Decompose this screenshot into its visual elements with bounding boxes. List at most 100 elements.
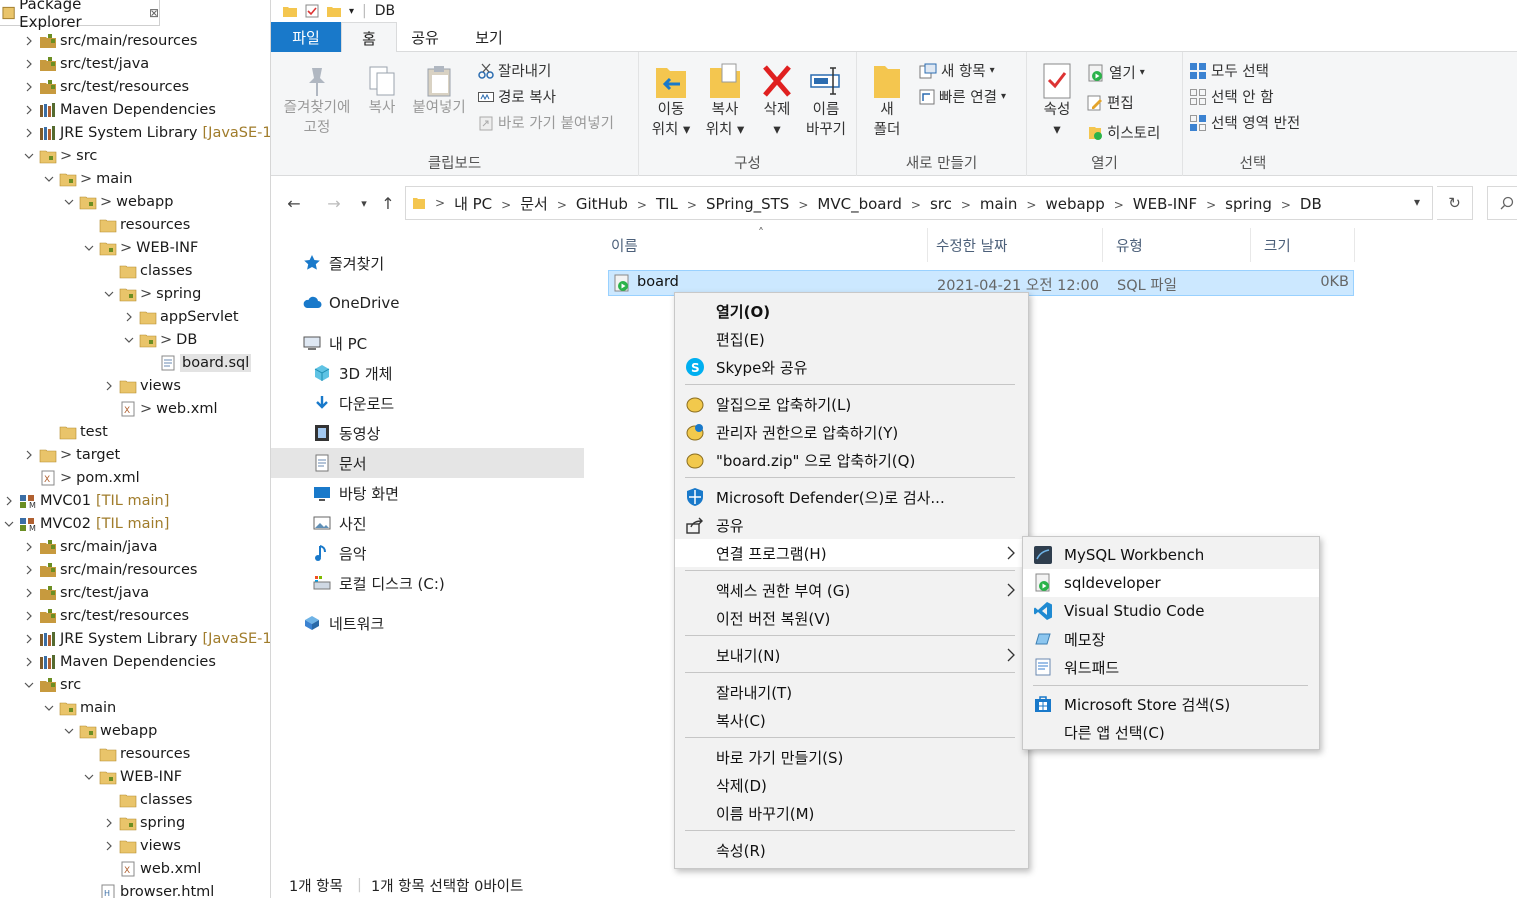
breadcrumb-item[interactable]: WEB-INF bbox=[1133, 195, 1197, 213]
menu-properties[interactable]: 속성(R) bbox=[675, 836, 1028, 864]
tree-item[interactable]: > webapp bbox=[62, 190, 178, 213]
submenu-notepad[interactable]: 메모장 bbox=[1023, 625, 1319, 653]
tree-item[interactable]: Xweb.xml bbox=[102, 857, 206, 880]
column-header-type[interactable]: 유형 bbox=[1103, 228, 1251, 262]
tree-item[interactable]: X > web.xml bbox=[102, 397, 222, 420]
menu-copy[interactable]: 복사(C) bbox=[675, 706, 1028, 734]
chevron-right-icon[interactable] bbox=[22, 563, 36, 577]
breadcrumb-item[interactable]: src bbox=[930, 195, 952, 213]
paste-button[interactable]: 붙여넣기 bbox=[407, 64, 471, 118]
tab-share[interactable]: 공유 bbox=[397, 22, 453, 52]
menu-share[interactable]: 공유 bbox=[675, 511, 1028, 539]
search-box[interactable] bbox=[1487, 186, 1517, 220]
tree-item[interactable]: classes bbox=[102, 259, 197, 282]
breadcrumb-item[interactable]: MVC_board bbox=[817, 195, 902, 213]
rename-button[interactable]: 이름 바꾸기 bbox=[801, 62, 851, 140]
chevron-right-icon[interactable] bbox=[22, 448, 36, 462]
column-header-size[interactable]: 크기 bbox=[1251, 228, 1355, 262]
tree-item[interactable]: > WEB-INF bbox=[82, 236, 203, 259]
new-item-button[interactable]: 새 항목 ▾ bbox=[919, 60, 995, 81]
breadcrumb-separator[interactable]: > bbox=[1026, 198, 1036, 212]
menu-alzip-compress[interactable]: 알집으로 압축하기(L) bbox=[675, 390, 1028, 418]
tree-item[interactable]: JRE System Library[JavaSE-1.8] bbox=[22, 121, 270, 144]
breadcrumb-separator[interactable]: > bbox=[1114, 198, 1124, 212]
menu-alzip-admin-compress[interactable]: 관리자 권한으로 압축하기(Y) bbox=[675, 418, 1028, 446]
chevron-right-icon[interactable] bbox=[22, 540, 36, 554]
nav-item[interactable]: 음악 bbox=[271, 538, 584, 568]
tree-item[interactable]: src/main/resources bbox=[22, 29, 202, 52]
chevron-right-icon[interactable] bbox=[22, 655, 36, 669]
chevron-right-icon[interactable] bbox=[22, 57, 36, 71]
column-header-modified[interactable]: 수정한 날짜 bbox=[923, 228, 1103, 262]
breadcrumb-separator[interactable]: > bbox=[798, 198, 808, 212]
chevron-right-icon[interactable] bbox=[102, 816, 116, 830]
chevron-right-icon[interactable] bbox=[22, 586, 36, 600]
breadcrumb-item[interactable]: webapp bbox=[1045, 195, 1104, 213]
select-all-button[interactable]: 모두 선택 bbox=[1189, 60, 1269, 81]
edit-button[interactable]: 편집 bbox=[1087, 92, 1134, 113]
package-explorer-tab[interactable]: Package Explorer ⊠ bbox=[0, 0, 160, 31]
breadcrumb-separator[interactable]: > bbox=[687, 198, 697, 212]
menu-send-to[interactable]: 보내기(N) bbox=[675, 641, 1028, 669]
breadcrumb-item[interactable]: DB bbox=[1300, 195, 1322, 213]
history-button[interactable]: 히스토리 bbox=[1087, 122, 1160, 143]
tab-view[interactable]: 보기 bbox=[461, 22, 517, 52]
chevron-down-icon[interactable] bbox=[22, 678, 36, 692]
breadcrumb-item[interactable]: 문서 bbox=[520, 193, 548, 214]
tree-item[interactable]: > src bbox=[22, 144, 102, 167]
tree-item[interactable]: WEB-INF bbox=[82, 765, 187, 788]
chevron-down-icon[interactable] bbox=[82, 770, 96, 784]
menu-cut[interactable]: 잘라내기(T) bbox=[675, 678, 1028, 706]
chevron-down-icon[interactable] bbox=[122, 333, 136, 347]
nav-item[interactable]: 다운로드 bbox=[271, 388, 584, 418]
recent-chevron-down-icon[interactable]: ▾ bbox=[353, 192, 375, 214]
tree-item[interactable]: src/test/resources bbox=[22, 75, 194, 98]
tree-item[interactable]: spring bbox=[102, 811, 190, 834]
nav-item[interactable]: 동영상 bbox=[271, 418, 584, 448]
chevron-right-icon[interactable] bbox=[22, 80, 36, 94]
tree-item[interactable]: views bbox=[102, 834, 186, 857]
breadcrumb-item[interactable]: GitHub bbox=[576, 195, 628, 213]
tree-item[interactable]: board.sql bbox=[142, 351, 256, 374]
close-icon[interactable]: ⊠ bbox=[149, 6, 159, 20]
copy-to-button[interactable]: 복사 위치 ▾ bbox=[699, 62, 751, 140]
chevron-right-icon[interactable] bbox=[122, 310, 136, 324]
tree-item[interactable]: X > pom.xml bbox=[22, 466, 145, 489]
breadcrumb-item[interactable]: TIL bbox=[656, 195, 678, 213]
breadcrumb-item[interactable]: SPring_STS bbox=[706, 195, 789, 213]
pin-quick-access-button[interactable]: 즐겨찾기에 고정 bbox=[277, 64, 357, 138]
tree-item[interactable]: Hbrowser.html bbox=[82, 880, 219, 898]
tree-item[interactable]: src/test/java bbox=[22, 581, 154, 604]
copy-button[interactable]: 복사 bbox=[359, 64, 405, 118]
new-folder-button[interactable]: 새 폴더 bbox=[865, 62, 909, 140]
menu-share-skype[interactable]: S Skype와 공유 bbox=[675, 353, 1028, 381]
chevron-right-icon[interactable] bbox=[22, 632, 36, 646]
nav-item[interactable]: OneDrive bbox=[271, 288, 584, 318]
breadcrumb-item[interactable]: main bbox=[980, 195, 1017, 213]
submenu-sqldeveloper[interactable]: sqldeveloper bbox=[1023, 569, 1319, 597]
menu-compress-zip[interactable]: "board.zip" 으로 압축하기(Q) bbox=[675, 446, 1028, 474]
submenu-mysql-workbench[interactable]: MySQL Workbench bbox=[1023, 541, 1319, 569]
tree-item[interactable]: > spring bbox=[102, 282, 206, 305]
chevron-right-icon[interactable] bbox=[22, 126, 36, 140]
tree-item[interactable]: > main bbox=[42, 167, 137, 190]
breadcrumb-separator[interactable]: > bbox=[961, 198, 971, 212]
tree-item[interactable]: webapp bbox=[62, 719, 162, 742]
chevron-right-icon[interactable] bbox=[22, 103, 36, 117]
menu-delete[interactable]: 삭제(D) bbox=[675, 771, 1028, 799]
chevron-down-icon[interactable] bbox=[82, 241, 96, 255]
menu-open-with[interactable]: 연결 프로그램(H) bbox=[675, 539, 1028, 567]
copy-path-button[interactable]: 경로 복사 bbox=[478, 86, 556, 107]
column-header-name[interactable]: 이름 bbox=[598, 228, 928, 262]
nav-item[interactable]: 즐겨찾기 bbox=[271, 248, 584, 278]
tree-item[interactable]: main bbox=[42, 696, 121, 719]
menu-open[interactable]: 열기(O) bbox=[675, 297, 1028, 325]
chevron-down-icon[interactable] bbox=[2, 517, 16, 531]
tree-item[interactable]: src/test/resources bbox=[22, 604, 194, 627]
tree-item[interactable]: src/test/java bbox=[22, 52, 154, 75]
submenu-store-search[interactable]: Microsoft Store 검색(S) bbox=[1023, 690, 1319, 718]
breadcrumb-separator[interactable]: > bbox=[501, 198, 511, 212]
easy-access-button[interactable]: 빠른 연결 ▾ bbox=[919, 86, 1006, 107]
breadcrumb-separator[interactable]: > bbox=[637, 198, 647, 212]
nav-item[interactable]: 사진 bbox=[271, 508, 584, 538]
